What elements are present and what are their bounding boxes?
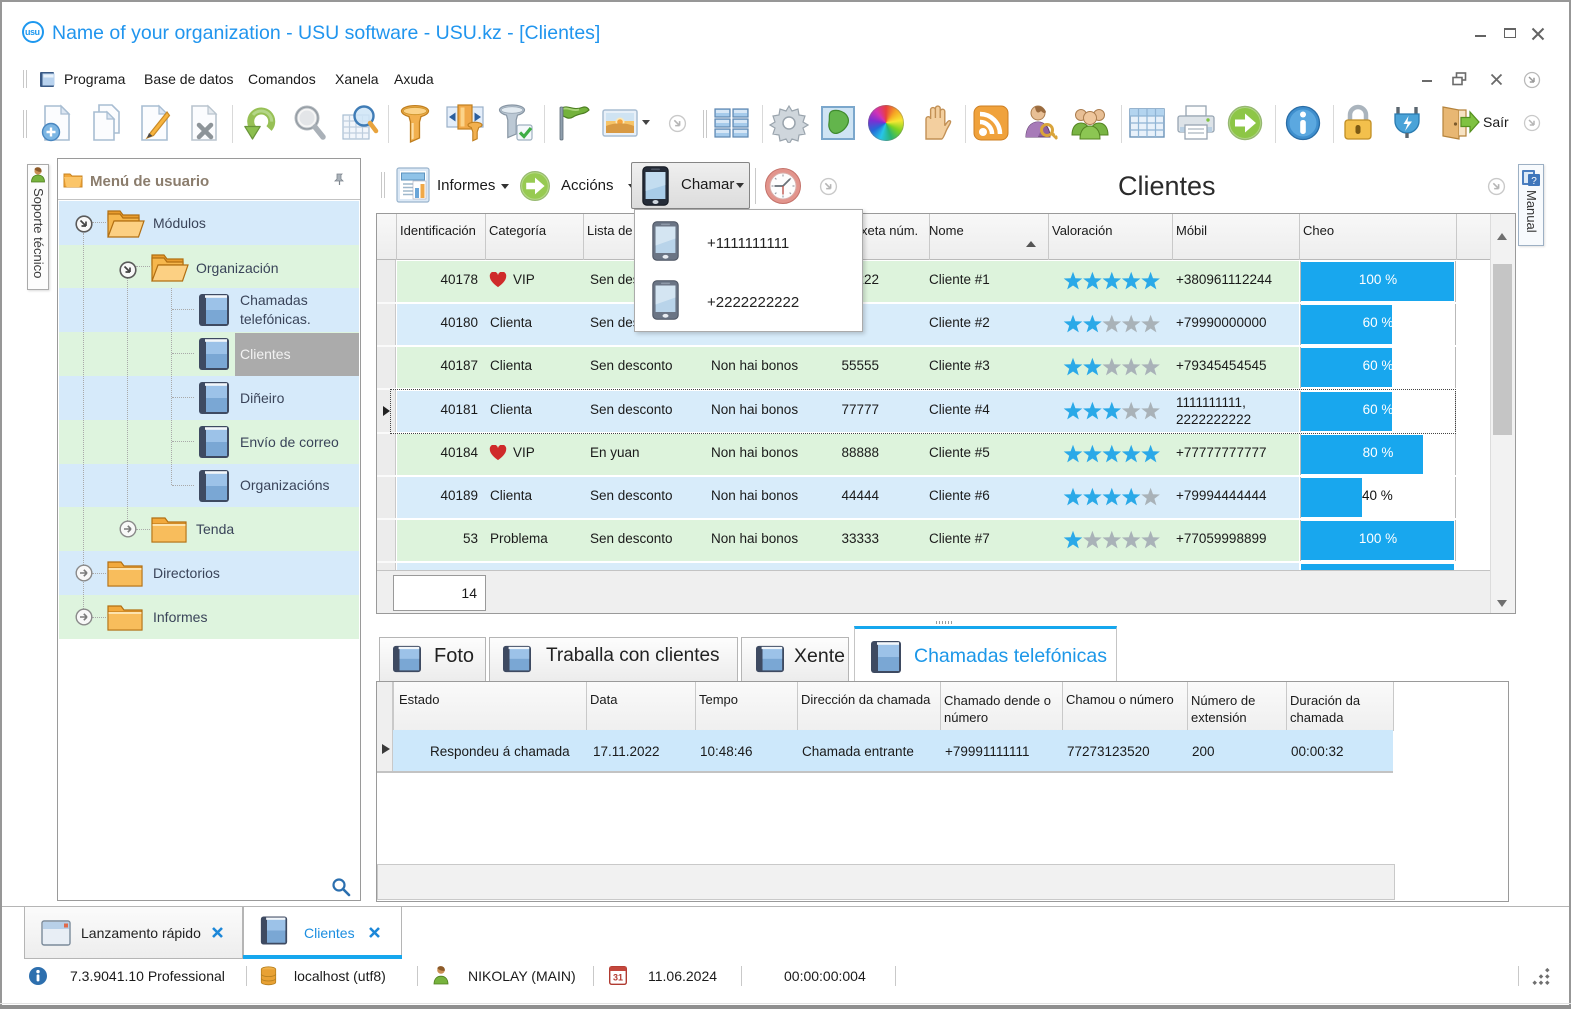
svg-text:?: ? (1531, 176, 1537, 187)
svg-text:31: 31 (613, 973, 623, 983)
